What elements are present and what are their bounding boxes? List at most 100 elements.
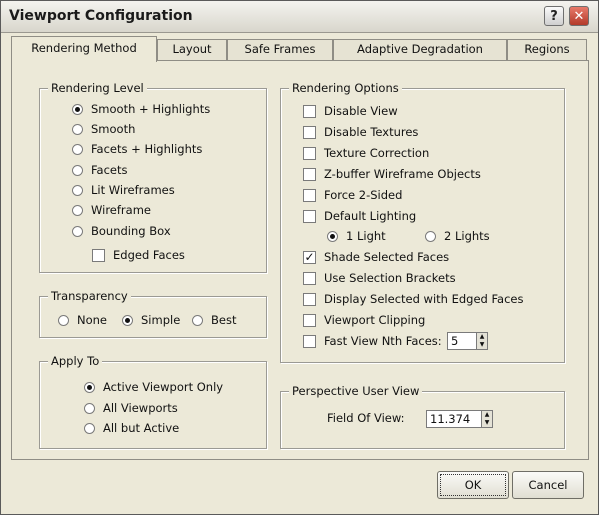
radio-label: Smooth + Highlights (91, 102, 211, 116)
radio-selected-icon[interactable] (72, 103, 83, 115)
radio-label: 2 Lights (444, 229, 490, 243)
checkbox-label: Z-buffer Wireframe Objects (324, 167, 481, 181)
checkbox-icon[interactable] (303, 334, 316, 348)
checkbox-disable-view[interactable]: Disable View (303, 103, 398, 119)
checkbox-icon[interactable] (303, 271, 316, 285)
checkbox-disable-textures[interactable]: Disable Textures (303, 124, 418, 140)
radio-icon[interactable] (58, 314, 69, 326)
checkbox-display-selected-edged-faces[interactable]: Display Selected with Edged Faces (303, 291, 524, 307)
tab-adaptive-degradation[interactable]: Adaptive Degradation (333, 39, 507, 60)
radio-label: All Viewports (103, 401, 178, 415)
checkbox-fast-view-nth-faces[interactable]: Fast View Nth Faces: (303, 333, 442, 349)
apply-to-group: Apply To Active Viewport Only All Viewpo… (39, 354, 267, 449)
checkbox-label: Texture Correction (324, 146, 430, 160)
radio-transparency-none[interactable]: None (58, 312, 107, 328)
rendering-level-group: Rendering Level Smooth + Highlights Smoo… (39, 81, 267, 273)
checkbox-texture-correction[interactable]: Texture Correction (303, 145, 429, 161)
checkbox-zbuffer-wireframe[interactable]: Z-buffer Wireframe Objects (303, 166, 481, 182)
checkbox-default-lighting[interactable]: Default Lighting (303, 208, 416, 224)
spinner-arrows-icon[interactable]: ▲ ▼ (482, 410, 493, 428)
radio-smooth[interactable]: Smooth (72, 121, 135, 137)
radio-wireframe[interactable]: Wireframe (72, 202, 151, 218)
transparency-legend: Transparency (48, 289, 131, 303)
radio-transparency-simple[interactable]: Simple (122, 312, 180, 328)
transparency-group: Transparency None Simple Best (39, 289, 267, 338)
checkbox-edged-faces[interactable]: Edged Faces (92, 247, 185, 263)
checkbox-icon[interactable] (92, 248, 105, 262)
field-of-view-input[interactable]: 11.374 (426, 410, 482, 428)
checkbox-force-2-sided[interactable]: Force 2-Sided (303, 187, 402, 203)
radio-icon[interactable] (72, 204, 83, 216)
checkbox-label: Viewport Clipping (324, 313, 426, 327)
checkbox-shade-selected-faces[interactable]: ✓ Shade Selected Faces (303, 249, 449, 265)
radio-icon[interactable] (72, 164, 83, 176)
radio-icon[interactable] (72, 123, 83, 135)
tab-rendering-method[interactable]: Rendering Method (11, 36, 157, 62)
perspective-user-view-group: Perspective User View Field Of View: 11.… (280, 384, 565, 449)
radio-icon[interactable] (425, 230, 436, 242)
radio-icon[interactable] (72, 143, 83, 155)
radio-icon[interactable] (72, 225, 83, 237)
tab-safe-frames[interactable]: Safe Frames (227, 39, 333, 60)
ok-button[interactable]: OK (437, 471, 509, 499)
radio-label: Facets + Highlights (91, 142, 203, 156)
rendering-options-legend: Rendering Options (289, 81, 402, 95)
cancel-button[interactable]: Cancel (512, 471, 584, 499)
radio-label: Best (211, 313, 237, 327)
help-icon[interactable]: ? (544, 6, 564, 26)
checkbox-icon[interactable] (303, 188, 316, 202)
spinner-arrows-icon[interactable]: ▲ ▼ (477, 332, 488, 350)
tab-strip: Rendering Method Layout Safe Frames Adap… (11, 36, 587, 62)
apply-to-legend: Apply To (48, 354, 103, 368)
radio-selected-icon[interactable] (122, 314, 133, 326)
radio-selected-icon[interactable] (327, 230, 338, 242)
checkbox-label: Disable Textures (324, 125, 419, 139)
radio-all-but-active[interactable]: All but Active (84, 420, 179, 436)
radio-icon[interactable] (84, 422, 95, 434)
checkbox-icon[interactable] (303, 167, 316, 181)
radio-icon[interactable] (192, 314, 203, 326)
field-of-view-spinner[interactable]: 11.374 ▲ ▼ (426, 410, 493, 428)
radio-label: 1 Light (346, 229, 386, 243)
checkbox-icon[interactable] (303, 104, 316, 118)
radio-smooth-highlights[interactable]: Smooth + Highlights (72, 101, 210, 117)
checkbox-icon[interactable] (303, 146, 316, 160)
close-icon[interactable]: ✕ (569, 6, 589, 26)
radio-label: Simple (141, 313, 181, 327)
checkbox-checked-icon[interactable]: ✓ (303, 250, 316, 264)
checkbox-use-selection-brackets[interactable]: Use Selection Brackets (303, 270, 456, 286)
nth-faces-input[interactable]: 5 (447, 332, 477, 350)
radio-active-viewport-only[interactable]: Active Viewport Only (84, 379, 223, 395)
radio-bounding-box[interactable]: Bounding Box (72, 223, 171, 239)
title-bar[interactable]: Viewport Configuration ? ✕ (1, 1, 598, 33)
radio-transparency-best[interactable]: Best (192, 312, 236, 328)
checkbox-label: Disable View (324, 104, 398, 118)
radio-lit-wireframes[interactable]: Lit Wireframes (72, 182, 175, 198)
radio-2-lights[interactable]: 2 Lights (425, 228, 490, 244)
radio-icon[interactable] (72, 184, 83, 196)
radio-selected-icon[interactable] (84, 381, 95, 393)
radio-label: Lit Wireframes (91, 183, 175, 197)
rendering-level-legend: Rendering Level (48, 81, 147, 95)
radio-icon[interactable] (84, 402, 95, 414)
field-of-view-label: Field Of View: (327, 411, 405, 425)
tab-layout[interactable]: Layout (157, 39, 227, 60)
perspective-legend: Perspective User View (289, 384, 423, 398)
viewport-configuration-dialog: Viewport Configuration ? ✕ Rendering Met… (0, 0, 599, 515)
radio-all-viewports[interactable]: All Viewports (84, 400, 178, 416)
radio-facets[interactable]: Facets (72, 162, 128, 178)
checkbox-icon[interactable] (303, 313, 316, 327)
checkbox-label: Use Selection Brackets (324, 271, 456, 285)
window-title: Viewport Configuration (9, 8, 193, 24)
checkbox-label: Force 2-Sided (324, 188, 403, 202)
tab-regions[interactable]: Regions (507, 39, 587, 60)
radio-1-light[interactable]: 1 Light (327, 228, 386, 244)
checkbox-icon[interactable] (303, 209, 316, 223)
checkbox-icon[interactable] (303, 125, 316, 139)
radio-facets-highlights[interactable]: Facets + Highlights (72, 141, 202, 157)
rendering-options-group: Rendering Options Disable View Disable T… (280, 81, 565, 363)
checkbox-icon[interactable] (303, 292, 316, 306)
checkbox-viewport-clipping[interactable]: Viewport Clipping (303, 312, 425, 328)
nth-faces-spinner[interactable]: 5 ▲ ▼ (447, 332, 488, 350)
checkbox-label: Fast View Nth Faces: (324, 334, 442, 348)
